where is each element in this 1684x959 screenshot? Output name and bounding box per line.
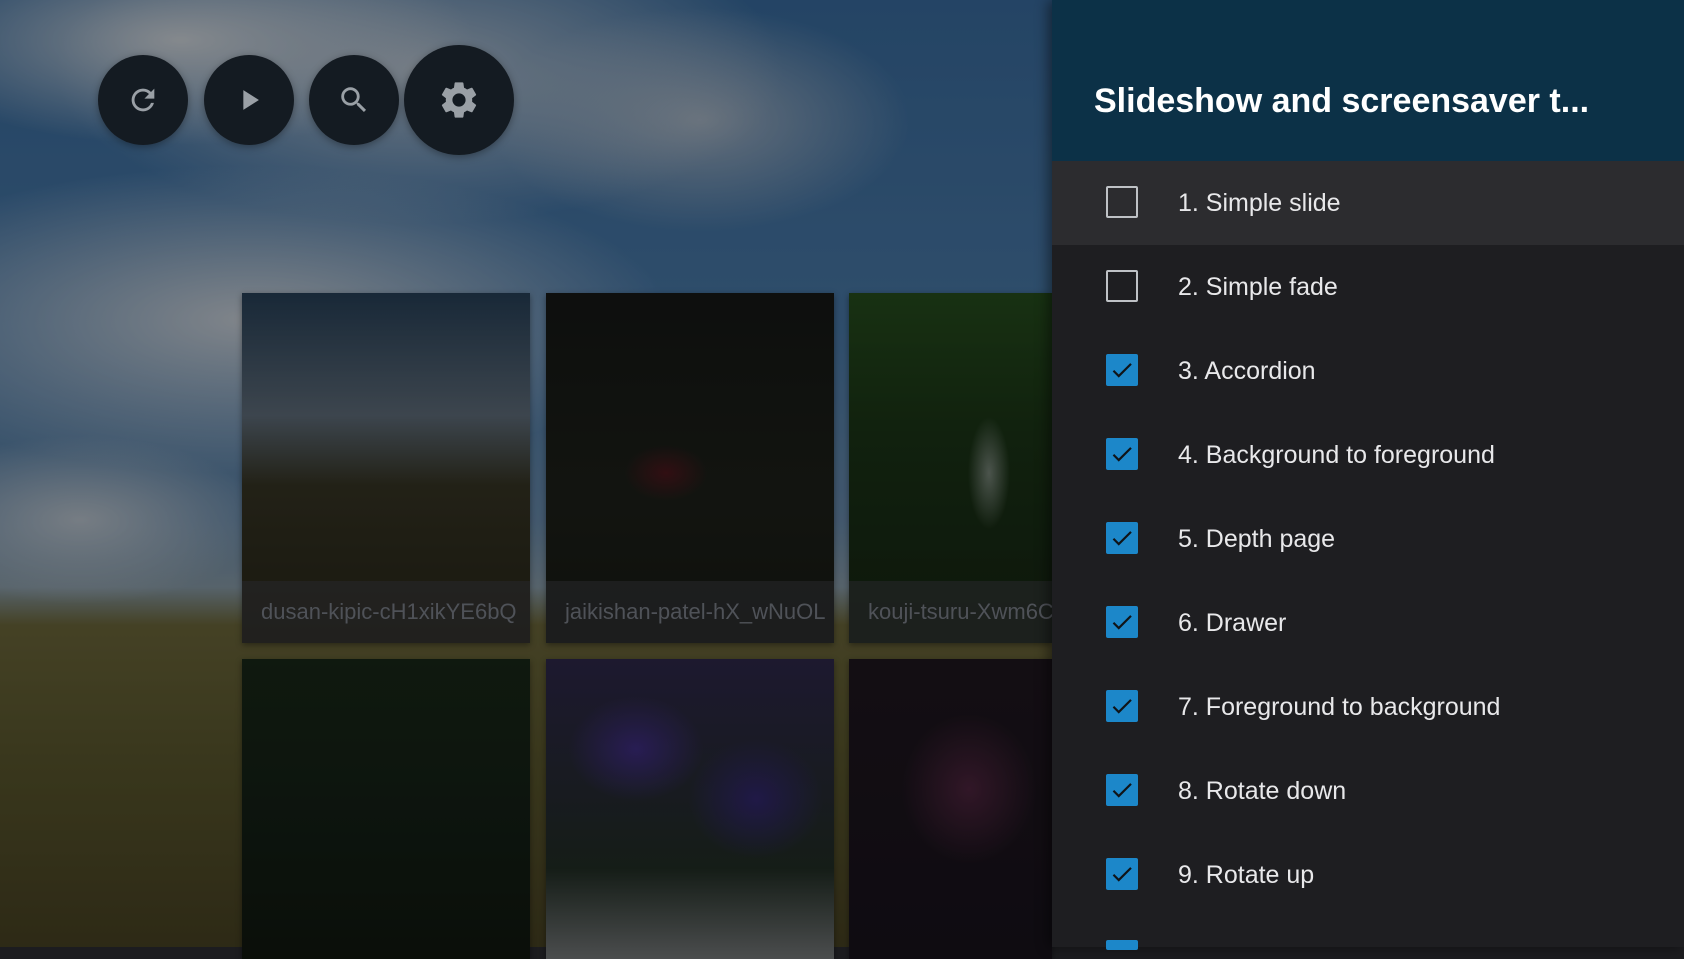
checkmark-icon	[1112, 363, 1132, 378]
settings-button[interactable]	[404, 45, 514, 155]
checkbox-checked[interactable]	[1106, 522, 1138, 554]
photo-tile[interactable]: dusan-kipic-cH1xikYE6bQ	[242, 293, 530, 643]
list-item-label: 4. Background to foreground	[1178, 441, 1495, 469]
checkmark-icon	[1112, 615, 1132, 630]
checkbox-unchecked[interactable]	[1106, 270, 1138, 302]
photo-tile[interactable]	[242, 659, 530, 959]
checkbox-checked[interactable]	[1106, 774, 1138, 806]
search-icon	[337, 83, 371, 117]
photo-tile[interactable]	[546, 659, 834, 959]
list-item[interactable]: 3. Accordion	[1052, 329, 1684, 413]
list-item[interactable]: 2. Simple fade	[1052, 245, 1684, 329]
refresh-button[interactable]	[98, 55, 188, 145]
checkmark-icon	[1112, 447, 1132, 462]
checkmark-icon	[1112, 699, 1132, 714]
photo-tile[interactable]	[849, 659, 1052, 959]
search-button[interactable]	[309, 55, 399, 145]
tile-caption: dusan-kipic-cH1xikYE6bQ	[242, 581, 530, 643]
photo-tile[interactable]: jaikishan-patel-hX_wNuOL	[546, 293, 834, 643]
list-item-label: 8. Rotate down	[1178, 777, 1347, 805]
list-item[interactable]: 7. Foreground to background	[1052, 665, 1684, 749]
checkmark-icon	[1112, 531, 1132, 546]
panel-header: Slideshow and screensaver t...	[1052, 0, 1684, 161]
transition-list: 1. Simple slide 2. Simple fade 3. Accord…	[1052, 161, 1684, 917]
checkbox-checked[interactable]	[1106, 606, 1138, 638]
play-button[interactable]	[204, 55, 294, 145]
list-item-label: 7. Foreground to background	[1178, 693, 1501, 721]
list-item[interactable]: 5. Depth page	[1052, 497, 1684, 581]
list-item-label: 6. Drawer	[1178, 609, 1287, 637]
list-item-label: 1. Simple slide	[1178, 189, 1341, 217]
list-item[interactable]: 9. Rotate up	[1052, 833, 1684, 917]
list-item-label: 3. Accordion	[1178, 357, 1316, 385]
gear-icon	[437, 78, 481, 122]
list-item-label: 9. Rotate up	[1178, 861, 1315, 889]
photo-tile[interactable]: kouji-tsuru-Xwm6C	[849, 293, 1052, 643]
checkbox-unchecked[interactable]	[1106, 186, 1138, 218]
checkbox-checked[interactable]	[1106, 858, 1138, 890]
checkbox-checked[interactable]	[1106, 354, 1138, 386]
tile-caption: jaikishan-patel-hX_wNuOL	[546, 581, 834, 643]
checkbox-partial[interactable]	[1106, 940, 1138, 950]
tile-caption: kouji-tsuru-Xwm6C	[849, 581, 1052, 643]
list-item-label: 5. Depth page	[1178, 525, 1336, 553]
checkbox-checked[interactable]	[1106, 690, 1138, 722]
list-item-label: 2. Simple fade	[1178, 273, 1338, 301]
list-item[interactable]: 6. Drawer	[1052, 581, 1684, 665]
refresh-icon	[126, 83, 160, 117]
list-item[interactable]: 4. Background to foreground	[1052, 413, 1684, 497]
checkmark-icon	[1112, 867, 1132, 882]
transition-settings-panel: Slideshow and screensaver t... 1. Simple…	[1052, 0, 1684, 947]
list-item[interactable]: 8. Rotate down	[1052, 749, 1684, 833]
checkbox-checked[interactable]	[1106, 438, 1138, 470]
list-item[interactable]: 1. Simple slide	[1052, 161, 1684, 245]
panel-title: Slideshow and screensaver t...	[1094, 82, 1590, 120]
checkmark-icon	[1112, 783, 1132, 798]
play-icon	[232, 83, 266, 117]
